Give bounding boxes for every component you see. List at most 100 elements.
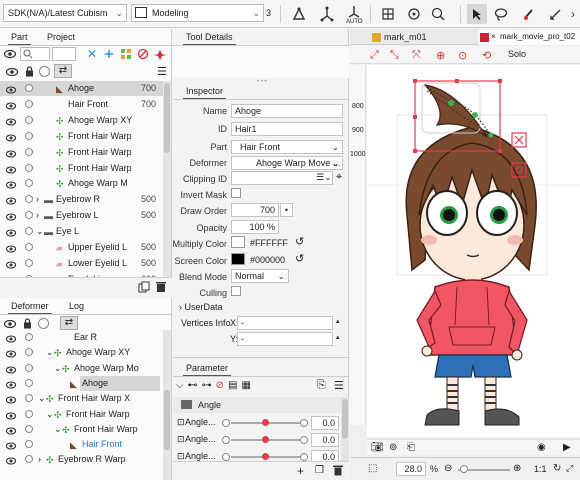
trash-icon[interactable] — [333, 465, 343, 476]
solo-label[interactable]: Solo — [508, 49, 526, 59]
stepper-y-icon[interactable]: ▴ — [336, 333, 340, 341]
userdata-expander[interactable]: › UserData — [179, 302, 223, 312]
deformer-row[interactable]: ◣ Hair Front — [0, 437, 164, 452]
select-circle[interactable] — [25, 84, 33, 92]
deformer-row[interactable]: ⌄ ✣ Ahoge Warp Mo — [0, 361, 164, 376]
expand-icon[interactable] — [103, 48, 115, 60]
expander-icon[interactable]: › — [36, 208, 39, 223]
invert-mask-checkbox[interactable] — [231, 188, 241, 198]
deformer-row[interactable]: Ear R — [0, 330, 164, 345]
select-circle[interactable] — [25, 131, 33, 140]
deformer-row[interactable]: ⌄ ✣ Front Hair Warp — [0, 407, 164, 422]
select-circle[interactable] — [25, 227, 33, 236]
expander-icon[interactable]: › — [38, 452, 41, 467]
zoom-field[interactable]: 28.0 — [396, 462, 426, 476]
select-header-icon[interactable] — [38, 318, 49, 329]
select-circle[interactable] — [25, 378, 33, 387]
parameter-scrollbar[interactable] — [341, 397, 349, 461]
more-tools-icon[interactable]: › — [566, 4, 580, 24]
settings-icon[interactable] — [154, 48, 166, 60]
vertex-x-field[interactable]: - — [237, 316, 333, 330]
link-icon[interactable]: ⊷ — [188, 380, 202, 391]
parameter-slider-knob[interactable] — [262, 419, 269, 426]
select-circle[interactable] — [25, 179, 33, 188]
tab-log[interactable]: Log — [66, 300, 87, 314]
eye-icon[interactable] — [5, 195, 17, 205]
expander-icon[interactable]: ⌄ — [54, 361, 62, 376]
visibility-header-icon[interactable] — [5, 67, 19, 77]
lock-header-icon[interactable] — [25, 66, 34, 77]
deformer-row[interactable]: › ✣ Eyebrow R Warp — [0, 452, 164, 467]
parameter-max-knob[interactable] — [300, 453, 308, 461]
parameter-group-header[interactable]: Angle — [173, 397, 349, 413]
collapse-icon[interactable]: ⌵ — [176, 380, 188, 391]
select-circle[interactable] — [25, 348, 33, 357]
draw-order-field[interactable]: 700 — [231, 203, 279, 217]
deformer-link-icon[interactable] — [137, 48, 149, 60]
eye-icon[interactable] — [5, 394, 17, 404]
parameter-max-knob[interactable] — [300, 436, 308, 444]
snap-icon[interactable]: ⊕ — [436, 49, 445, 62]
eye-icon[interactable] — [5, 259, 17, 269]
expander-icon[interactable]: › — [36, 192, 39, 207]
parameter-min-knob[interactable] — [222, 419, 230, 427]
canvas-viewport[interactable] — [367, 65, 580, 437]
select-circle[interactable] — [25, 409, 33, 418]
add-key-icon[interactable]: ⊶ — [202, 380, 216, 391]
deformer-row[interactable]: ⌄ ✣ Front Hair Warp — [0, 422, 164, 437]
layer-icon[interactable]: ◉ — [537, 442, 546, 453]
mirror-icon[interactable]: ⤡ — [390, 49, 399, 62]
expander-icon[interactable]: ⌄ — [46, 345, 54, 360]
filter-input[interactable] — [52, 47, 76, 61]
multiply-color-swatch[interactable] — [231, 236, 245, 248]
expander-icon[interactable]: ⌄ — [54, 422, 62, 437]
glue-icon[interactable] — [428, 4, 448, 24]
reset-view-icon[interactable]: ⟲ — [482, 49, 491, 62]
param-settings-icon[interactable]: ⎘ — [317, 379, 326, 392]
zoom-in-icon[interactable]: ⊕ — [513, 463, 521, 474]
part-row[interactable]: ◣ Ahoge 700 — [0, 81, 164, 96]
tab-parameter[interactable]: Parameter — [183, 362, 232, 376]
eye-icon[interactable] — [5, 164, 17, 174]
tab-mark-movie[interactable]: × mark_movie_pro_t02 — [478, 30, 580, 45]
eye-icon[interactable] — [3, 49, 17, 59]
swap-icon[interactable]: ⇄ — [54, 64, 72, 78]
arrow-select-icon[interactable] — [467, 4, 487, 24]
reset-screen-icon[interactable]: ↺ — [295, 252, 304, 265]
select-circle[interactable] — [25, 211, 33, 220]
keyform-icon[interactable]: ⊡ — [177, 415, 185, 430]
blend-icon[interactable]: ▤ — [228, 380, 241, 391]
stepper-x-icon[interactable]: ▴ — [336, 317, 340, 325]
eye-icon[interactable] — [5, 179, 17, 189]
select-circle[interactable] — [25, 115, 33, 124]
draw-order-stepper[interactable]: • — [280, 203, 293, 217]
screen-color-swatch[interactable] — [231, 253, 245, 265]
zoom-out-icon[interactable]: ⊖ — [444, 463, 452, 474]
deformer-scrollbar[interactable] — [163, 330, 171, 480]
eye-icon[interactable] — [3, 319, 17, 329]
vertex-y-field[interactable]: - — [237, 332, 333, 346]
parameter-min-knob[interactable] — [222, 453, 230, 461]
transform-icon[interactable]: ⤧ — [412, 49, 421, 62]
deformer-row[interactable]: ⌄ ✣ Ahoge Warp XY — [0, 345, 164, 360]
copy-icon[interactable]: ❐ — [315, 465, 324, 476]
swap-icon[interactable]: ⇄ — [60, 316, 78, 330]
select-circle[interactable] — [25, 243, 33, 251]
parameter-row[interactable]: ⊡ Angle... 0.0 — [173, 415, 341, 430]
target-icon[interactable]: ⌖ — [336, 171, 342, 184]
parameter-value[interactable]: 0.0 — [311, 416, 339, 430]
expander-icon[interactable]: ⌄ — [36, 224, 44, 239]
keyform-icon[interactable]: ⊡ — [177, 449, 185, 461]
name-field[interactable]: Ahoge — [231, 104, 343, 118]
lasso-icon[interactable] — [491, 4, 511, 24]
blend-mode-select[interactable]: Normal ⌄ — [231, 269, 289, 283]
parameter-row[interactable]: ⊡ Angle... 0.0 — [173, 432, 341, 447]
tab-mark-m01[interactable]: mark_m01 — [370, 30, 478, 45]
shrink-icon[interactable]: ✕ — [87, 48, 99, 60]
culling-checkbox[interactable] — [231, 286, 241, 296]
reset-zoom-icon[interactable]: ↻ — [553, 463, 561, 474]
add-icon[interactable]: + — [297, 464, 304, 478]
tab-deformer[interactable]: Deformer — [8, 300, 52, 314]
select-header-icon[interactable] — [39, 66, 50, 77]
pivot-icon[interactable]: ⊙ — [458, 49, 467, 62]
